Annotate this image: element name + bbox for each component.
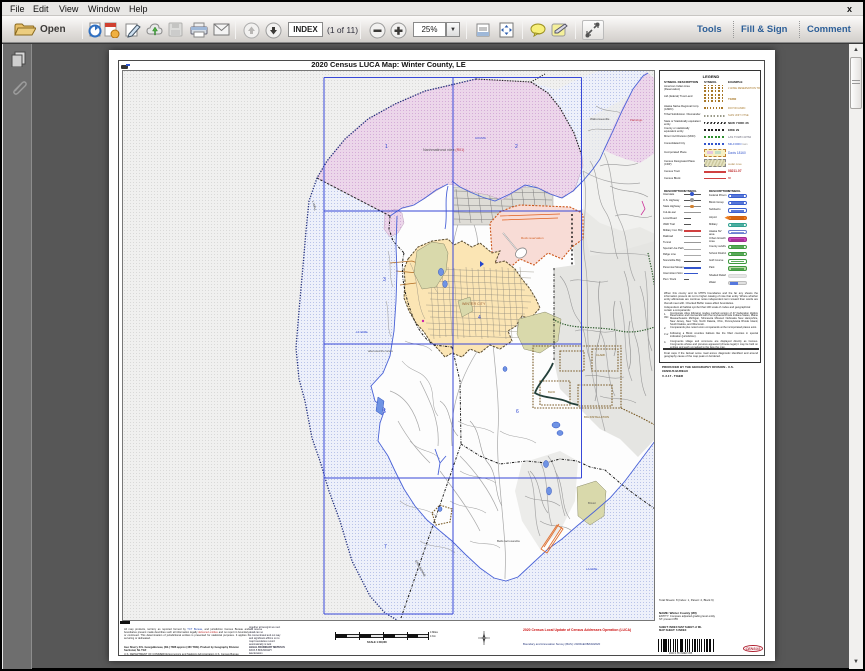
svg-text:Bells lacrosandia: Bells lacrosandia <box>497 539 520 543</box>
svg-text:LK ERIE: LK ERIE <box>356 330 368 334</box>
svg-text:4: 4 <box>478 315 481 321</box>
svg-text:allensworthe lands: allensworthe lands <box>368 349 393 353</box>
svg-text:Nanhmatironci rdea (R01): Nanhmatironci rdea (R01) <box>423 148 464 152</box>
svg-text:Wabunseeville: Wabunseeville <box>590 117 610 121</box>
svg-text:Flamingo: Flamingo <box>630 118 643 122</box>
svg-text:Bristol: Bristol <box>588 501 596 505</box>
svg-text:CLARK: CLARK <box>596 353 605 357</box>
svg-text:WINTER CITY: WINTER CITY <box>462 302 486 306</box>
svg-text:3: 3 <box>383 277 386 283</box>
svg-text:BLFD: BLFD <box>548 390 555 394</box>
svg-text:7: 7 <box>384 544 387 550</box>
svg-text:5: 5 <box>383 409 386 415</box>
svg-text:2: 2 <box>515 144 518 150</box>
svg-text:LA ERIE: LA ERIE <box>586 567 597 571</box>
svg-text:ACUMA: ACUMA <box>475 136 486 140</box>
svg-text:6: 6 <box>516 409 519 415</box>
svg-text:Rock reservation: Rock reservation <box>521 236 544 240</box>
svg-text:BIG INSTALLATION: BIG INSTALLATION <box>584 415 609 419</box>
svg-text:1: 1 <box>385 144 388 150</box>
